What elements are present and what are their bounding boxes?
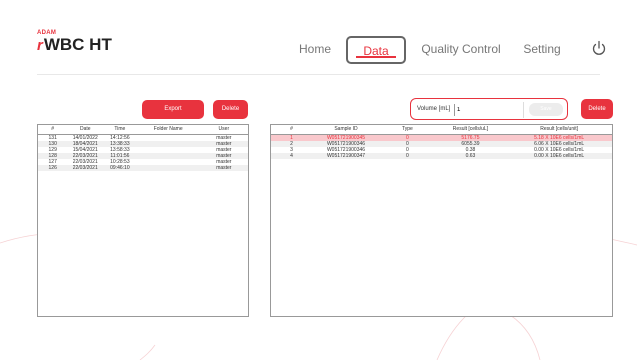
nav-active-indicator [356, 56, 396, 58]
nav-data[interactable]: Data [346, 36, 406, 64]
col-header-time[interactable]: Time [103, 125, 137, 135]
volume-control: Volume [mL] Save [410, 98, 568, 120]
right-delete-button[interactable]: Delete [581, 99, 613, 119]
sample-table: # Sample ID Type Result [cells/uL] Resul… [271, 125, 612, 159]
col-header-date[interactable]: Date [67, 125, 104, 135]
col-header-type[interactable]: Type [380, 125, 435, 135]
folder-table: # Date Time Folder Name User 131 14/01/20… [38, 125, 248, 171]
col-header-result-per-ul[interactable]: Result [cells/uL] [434, 125, 507, 135]
folder-cell-time: 09:46:10 [103, 164, 137, 171]
app-logo: ADAM r WBC HT [37, 30, 112, 55]
sample-table-header: # Sample ID Type Result [cells/uL] Resul… [271, 125, 612, 135]
folder-cell-date: 22/03/2021 [67, 152, 104, 159]
volume-save-button[interactable]: Save [529, 103, 563, 116]
folder-cell-index: 126 [38, 164, 68, 171]
sample-cell-result-per-ul: 0.63 [434, 152, 507, 159]
logo-r-mark: r [37, 37, 43, 54]
folder-cell-date: 15/04/2021 [72, 146, 98, 153]
power-icon[interactable] [591, 40, 607, 56]
left-delete-button[interactable]: Delete [213, 100, 248, 119]
folder-cell-date: 22/03/2021 [67, 164, 104, 171]
sample-cell-sample-id: W051721900347 [311, 152, 381, 159]
header-divider [37, 74, 600, 75]
nav-quality-control[interactable]: Quality Control [421, 36, 501, 64]
sample-cell-result-per-unit: 0.00 X 10E6 cells/1mL [506, 152, 612, 159]
export-button[interactable]: Export [142, 100, 204, 119]
volume-label: Volume [mL] [417, 106, 451, 112]
logo-product-name: WBC HT [43, 35, 112, 54]
folder-cell-date: 22/03/2021 [72, 158, 98, 165]
sample-cell-type: 0 [380, 152, 435, 159]
col-header-result-per-unit[interactable]: Result [cells/unit] [506, 125, 612, 135]
sample-row[interactable]: 4 W051721900347 0 0.63 0.00 X 10E6 cells/1mL [271, 152, 612, 159]
col-header-index[interactable]: # [38, 125, 68, 135]
folder-list-panel: # Date Time Folder Name User 131 14/01/20… [37, 124, 249, 317]
folder-cell-date: 18/04/2021 [67, 140, 104, 147]
sample-list-panel: # Sample ID Type Result [cells/uL] Resul… [270, 124, 613, 317]
nav-setting[interactable]: Setting [521, 36, 563, 64]
col-header-sample-id[interactable]: Sample ID [311, 125, 381, 135]
nav-home[interactable]: Home [298, 36, 332, 64]
col-header-index[interactable]: # [271, 125, 312, 135]
folder-table-header: # Date Time Folder Name User [38, 125, 248, 135]
folder-cell-date: 14/01/2022 [72, 134, 98, 141]
col-header-user[interactable]: User [199, 125, 248, 135]
volume-separator [523, 102, 524, 118]
sample-cell-index: 4 [271, 152, 312, 159]
volume-input[interactable] [454, 104, 524, 116]
folder-cell-user: master [199, 164, 248, 171]
folder-row[interactable]: 126 22/03/2021 09:46:10 master [38, 164, 248, 171]
folder-cell-folder-name [136, 164, 200, 171]
col-header-folder-name[interactable]: Folder Name [136, 125, 200, 135]
